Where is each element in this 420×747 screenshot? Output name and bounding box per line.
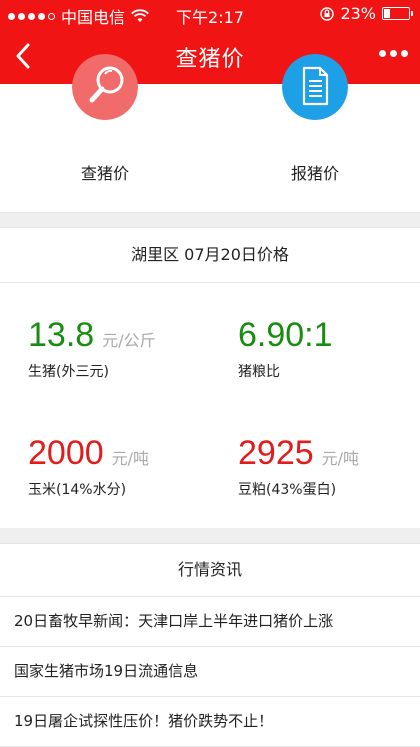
price-unit: 元/吨 [321, 449, 360, 468]
status-bar: 中国电信 下午2:17 23% [0, 0, 420, 28]
price-header: 湖里区 07月20日价格 [0, 228, 420, 283]
news-header: 行情资讯 [0, 544, 420, 597]
quick-actions: 查猪价 报猪价 [0, 54, 420, 212]
section-divider [0, 212, 420, 228]
nav-bar: 查猪价 [0, 28, 420, 84]
page-title: 查猪价 [175, 47, 245, 72]
news-item[interactable]: 20日畜牧早新闻：天津口岸上半年进口猪价上涨 [0, 597, 420, 647]
news-item[interactable]: 19日屠企试探性压价！猪价跌势不止！ [0, 697, 420, 747]
battery-fill [384, 9, 390, 18]
magnifier-icon [72, 54, 138, 120]
news-section: 行情资讯 20日畜牧早新闻：天津口岸上半年进口猪价上涨 国家生猪市场19日流通信… [0, 544, 420, 747]
price-value: 2925 [238, 434, 314, 472]
report-price-button[interactable]: 报猪价 [245, 54, 385, 212]
more-dots-icon[interactable] [379, 50, 408, 57]
orientation-lock-icon [320, 6, 335, 21]
price-value: 6.90:1 [238, 316, 333, 354]
price-label: 猪粮比 [238, 364, 280, 380]
price-item-corn: 2000 元/吨 玉米(14%水分) [28, 434, 218, 499]
price-unit: 元/公斤 [102, 331, 156, 350]
price-unit: 元/吨 [111, 449, 150, 468]
news-item[interactable]: 国家生猪市场19日流通信息 [0, 647, 420, 697]
price-label: 豆粕(43%蛋白) [238, 482, 337, 498]
price-label: 生猪(外三元) [28, 364, 109, 380]
price-value: 2000 [28, 434, 104, 472]
check-price-button[interactable]: 查猪价 [35, 54, 175, 212]
document-icon [282, 54, 348, 120]
status-right: 23% [320, 4, 413, 23]
battery-icon [382, 7, 413, 20]
price-label: 玉米(14%水分) [28, 482, 127, 498]
price-item-hog: 13.8 元/公斤 生猪(外三元) [28, 316, 218, 381]
report-price-label: 报猪价 [290, 164, 339, 183]
price-item-soybean-meal: 2925 元/吨 豆粕(43%蛋白) [238, 434, 420, 499]
section-divider [0, 528, 420, 544]
battery-percent: 23% [340, 4, 376, 23]
price-value: 13.8 [28, 316, 95, 354]
price-card: 湖里区 07月20日价格 13.8 元/公斤 生猪(外三元) 6.90:1 猪粮… [0, 228, 420, 529]
check-price-label: 查猪价 [80, 164, 129, 183]
price-item-hog-grain-ratio: 6.90:1 猪粮比 [238, 316, 420, 381]
